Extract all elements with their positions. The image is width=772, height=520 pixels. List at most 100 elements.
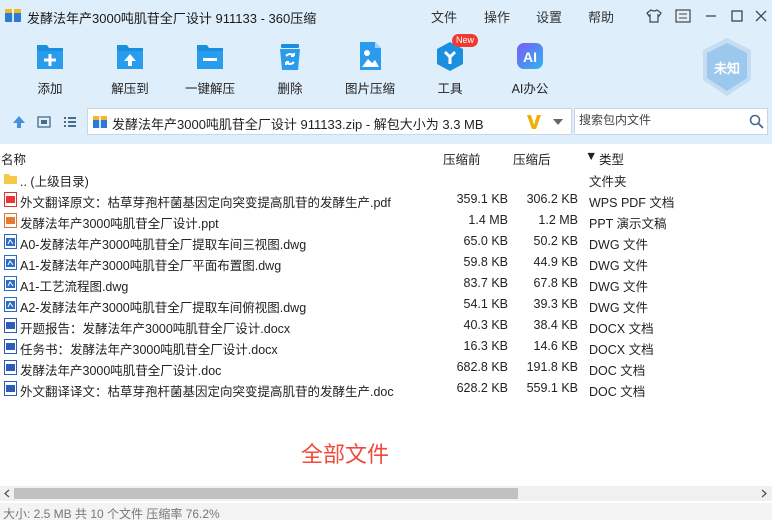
file-type: DOCX 文档 xyxy=(589,322,654,336)
file-row[interactable]: 开题报告：发酵法年产3000吨肌苷全厂设计.docx 40.3 KB 38.4 KB… xyxy=(0,315,772,336)
file-name: 发酵法年产3000吨肌苷全厂设计.ppt xyxy=(20,217,219,231)
file-size: 1.4 MB xyxy=(468,213,508,227)
delete-icon xyxy=(275,40,305,72)
file-row[interactable]: A1-工艺流程图.dwg 83.7 KB 67.8 KB DWG 文件 xyxy=(0,273,772,294)
dwg-file-icon xyxy=(4,234,17,249)
ai-office-button[interactable]: AI AI办公 xyxy=(500,40,560,97)
file-row[interactable]: A2-发酵法年产3000吨肌苷全厂提取车间俯视图.dwg 54.1 KB 39.3 … xyxy=(0,294,772,315)
delete-button[interactable]: 删除 xyxy=(260,40,320,97)
file-row[interactable]: 外文翻译原文：枯草芽孢杆菌基因定向突变提高肌苷的发酵生产.pdf 359.1 KB… xyxy=(0,189,772,210)
search-box xyxy=(574,108,768,135)
search-input[interactable] xyxy=(579,113,739,127)
file-name: 发酵法年产3000吨肌苷全厂设计.doc xyxy=(20,364,222,378)
file-size: 65.0 KB xyxy=(463,234,508,248)
file-type: DOCX 文档 xyxy=(589,343,654,357)
file-name: 开题报告：发酵法年产3000吨肌苷全厂设计.docx xyxy=(20,322,291,336)
verified-v-icon[interactable] xyxy=(526,113,542,131)
file-type: DWG 文件 xyxy=(589,259,649,273)
maximize-icon[interactable] xyxy=(728,7,746,25)
file-compressed-size: 306.2 KB xyxy=(526,192,578,206)
menu-file[interactable]: 文件 xyxy=(431,7,457,26)
image-compress-icon xyxy=(355,40,385,72)
pdf-file-icon xyxy=(4,192,17,207)
file-size: 59.8 KB xyxy=(463,255,508,269)
minimize-icon[interactable] xyxy=(702,7,720,25)
column-size-header[interactable]: 压缩前 xyxy=(443,149,481,168)
close-icon[interactable] xyxy=(752,7,770,25)
file-compressed-size: 191.8 KB xyxy=(526,360,578,374)
add-icon xyxy=(35,40,65,72)
skin-icon[interactable] xyxy=(645,7,663,25)
extract-to-button[interactable]: 解压到 xyxy=(100,40,160,97)
up-arrow-icon[interactable] xyxy=(11,114,27,130)
shield-label: 未知 xyxy=(713,61,740,76)
dwg-file-icon xyxy=(4,276,17,291)
file-type: WPS PDF 文档 xyxy=(589,196,675,210)
file-type: DWG 文件 xyxy=(589,280,649,294)
list-view-icon[interactable] xyxy=(62,114,78,130)
address-bar: 发酵法年产3000吨肌苷全厂设计 911133.zip - 解包大小为 3.3 … xyxy=(0,100,772,144)
file-size: 40.3 KB xyxy=(463,318,508,332)
tools-icon: New xyxy=(435,34,479,72)
search-icon[interactable] xyxy=(749,114,764,129)
file-name: A2-发酵法年产3000吨肌苷全厂提取车间俯视图.dwg xyxy=(20,301,307,315)
doc-file-icon xyxy=(4,318,17,333)
chevron-down-icon[interactable] xyxy=(552,118,564,126)
file-row[interactable]: 发酵法年产3000吨肌苷全厂设计.doc 682.8 KB 191.8 KB DOC … xyxy=(0,357,772,378)
path-field[interactable]: 发酵法年产3000吨肌苷全厂设计 911133.zip - 解包大小为 3.3 … xyxy=(87,108,572,135)
security-shield[interactable]: 未知 xyxy=(700,36,754,98)
scroll-left-icon[interactable] xyxy=(3,489,11,498)
file-row[interactable]: A1-发酵法年产3000吨肌苷全厂平面布置图.dwg 59.8 KB 44.9 KB… xyxy=(0,252,772,273)
column-compressed-header[interactable]: 压缩后 xyxy=(513,149,551,168)
app-window: 发酵法年产3000吨肌苷全厂设计 911133 - 360压缩 文件 操作 设置… xyxy=(0,0,772,520)
column-name-header[interactable]: 名称 xyxy=(1,149,26,168)
file-name: .. (上级目录) xyxy=(20,175,89,189)
extract-to-icon xyxy=(115,40,145,72)
menu-operation[interactable]: 操作 xyxy=(484,7,510,26)
sort-indicator-icon: ▼ xyxy=(585,149,598,163)
file-type: PPT 演示文稿 xyxy=(589,217,667,231)
file-row[interactable]: 发酵法年产3000吨肌苷全厂设计.ppt 1.4 MB 1.2 MB PPT 演示文稿 xyxy=(0,210,772,231)
file-compressed-size: 39.3 KB xyxy=(533,297,578,311)
delete-label: 删除 xyxy=(277,82,303,96)
one-click-extract-button[interactable]: 一键解压 xyxy=(180,40,240,97)
file-name: 任务书：发酵法年产3000吨肌苷全厂设计.docx xyxy=(20,343,278,357)
file-row[interactable]: .. (上级目录) 文件夹 xyxy=(0,168,772,189)
ppt-file-icon xyxy=(4,213,17,228)
menu-settings[interactable]: 设置 xyxy=(536,7,562,26)
thumbnail-view-icon[interactable] xyxy=(36,114,52,130)
status-bar: 大小: 2.5 MB 共 10 个文件 压缩率 76.2% xyxy=(0,503,772,520)
file-type: DOC 文档 xyxy=(589,385,646,399)
add-button[interactable]: 添加 xyxy=(20,40,80,97)
scroll-right-icon[interactable] xyxy=(760,489,768,498)
file-compressed-size: 50.2 KB xyxy=(533,234,578,248)
file-name: A1-发酵法年产3000吨肌苷全厂平面布置图.dwg xyxy=(20,259,282,273)
status-text: 大小: 2.5 MB 共 10 个文件 压缩率 76.2% xyxy=(3,507,220,520)
file-size: 682.8 KB xyxy=(456,360,508,374)
doc-file-icon xyxy=(4,339,17,354)
file-type: 文件夹 xyxy=(589,175,627,189)
file-compressed-size: 14.6 KB xyxy=(533,339,578,353)
file-name: A1-工艺流程图.dwg xyxy=(20,280,129,294)
path-text: 发酵法年产3000吨肌苷全厂设计 911133.zip - 解包大小为 3.3 … xyxy=(112,117,484,132)
file-row[interactable]: A0-发酵法年产3000吨肌苷全厂提取车间三视图.dwg 65.0 KB 50.2 … xyxy=(0,231,772,252)
dwg-file-icon xyxy=(4,255,17,270)
new-badge: New xyxy=(452,34,479,47)
image-compress-button[interactable]: 图片压缩 xyxy=(340,40,400,97)
file-compressed-size: 1.2 MB xyxy=(538,213,578,227)
window-title: 发酵法年产3000吨肌苷全厂设计 911133 - 360压缩 xyxy=(27,11,317,26)
file-name: 外文翻译译文：枯草芽孢杆菌基因定向突变提高肌苷的发酵生产.doc xyxy=(20,385,394,399)
file-row[interactable]: 任务书：发酵法年产3000吨肌苷全厂设计.docx 16.3 KB 14.6 KB D… xyxy=(0,336,772,357)
scroll-thumb[interactable] xyxy=(14,488,518,499)
tools-button[interactable]: New 工具 xyxy=(420,34,480,97)
archive-app-icon xyxy=(5,9,21,22)
file-type: DOC 文档 xyxy=(589,364,646,378)
menu-help[interactable]: 帮助 xyxy=(588,7,614,26)
ai-icon-text: AI xyxy=(523,49,537,65)
horizontal-scrollbar[interactable] xyxy=(0,486,772,501)
file-compressed-size: 559.1 KB xyxy=(526,381,578,395)
feedback-icon[interactable] xyxy=(674,7,692,25)
file-row[interactable]: 外文翻译译文：枯草芽孢杆菌基因定向突变提高肌苷的发酵生产.doc 628.2 KB… xyxy=(0,378,772,399)
column-type-header[interactable]: 类型 xyxy=(599,149,624,168)
image-compress-label: 图片压缩 xyxy=(344,82,395,96)
